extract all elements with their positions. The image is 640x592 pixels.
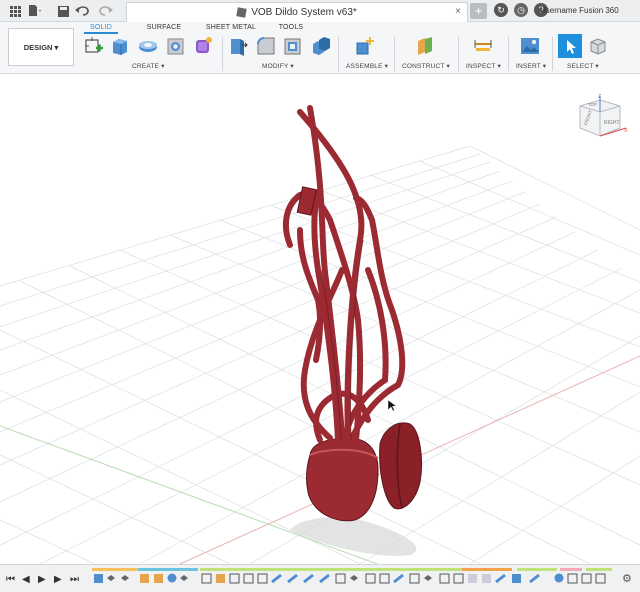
title-bar: VOB Dildo System v63* × + ↻ ◷ ? Username… — [0, 0, 640, 22]
new-component-icon[interactable] — [355, 36, 375, 56]
inspect-menu[interactable]: INSPECT ▾ — [466, 62, 501, 70]
form-icon[interactable] — [193, 36, 213, 56]
tab-tools[interactable]: TOOLS — [264, 22, 318, 34]
save-icon[interactable] — [54, 2, 72, 20]
document-title: VOB Dildo System v63* — [251, 7, 357, 18]
assemble-menu[interactable]: ASSEMBLE ▾ — [346, 62, 388, 70]
tab-surface[interactable]: SURFACE — [124, 22, 204, 34]
new-tab-button[interactable]: + — [470, 3, 487, 19]
cube-icon — [236, 7, 247, 18]
design-canvas — [0, 105, 640, 564]
ribbon-tabs: SOLID SURFACE SHEET METAL TOOLS — [84, 22, 318, 34]
timeline-group-markers — [92, 568, 612, 571]
mouse-cursor — [387, 399, 398, 412]
hole-icon[interactable] — [166, 36, 186, 56]
viewcube-top-label[interactable]: TOP — [588, 102, 597, 107]
play-button[interactable]: ▶ — [38, 574, 46, 585]
axis-x-label: X — [624, 128, 628, 134]
timeline-features[interactable] — [92, 568, 612, 588]
grid-icon[interactable] — [6, 2, 24, 20]
select-icon[interactable] — [558, 34, 582, 58]
3d-model[interactable] — [282, 105, 423, 522]
document-tab[interactable]: VOB Dildo System v63* × — [126, 2, 468, 22]
measure-icon[interactable] — [473, 36, 493, 56]
create-menu[interactable]: CREATE ▾ — [132, 62, 165, 70]
fusion-360-window: VOB Dildo System v63* × + ↻ ◷ ? Username… — [0, 0, 640, 592]
ribbon-divider — [222, 37, 223, 71]
tab-sheet-metal[interactable]: SHEET METAL — [204, 22, 258, 34]
timeline-bar: ⏮ ◀ ▶ ▶ ⏭ ⚙ — [0, 564, 640, 592]
timeline-settings-icon[interactable]: ⚙ — [622, 572, 632, 585]
extrude-icon[interactable] — [110, 36, 130, 56]
ribbon-divider — [508, 37, 509, 71]
combine-icon[interactable] — [311, 36, 331, 56]
revolve-icon[interactable] — [138, 36, 158, 56]
step-forward-button[interactable]: ▶ — [54, 574, 62, 585]
press-pull-icon[interactable] — [228, 36, 248, 56]
ribbon-divider — [338, 37, 339, 71]
job-status-icon[interactable]: ↻ — [494, 3, 508, 17]
toolbar-ribbon: SOLID SURFACE SHEET METAL TOOLS DESIGN ▾… — [0, 22, 640, 74]
go-to-end-button[interactable]: ⏭ — [70, 574, 79, 585]
ribbon-divider — [552, 37, 553, 71]
file-icon[interactable] — [26, 2, 44, 20]
timeline-feature-icons[interactable] — [94, 573, 606, 584]
insert-menu[interactable]: INSERT ▾ — [516, 62, 546, 70]
user-account[interactable]: Username Fusion 360 — [540, 6, 619, 15]
tab-solid[interactable]: SOLID — [84, 22, 118, 34]
go-to-start-button[interactable]: ⏮ — [6, 574, 15, 585]
shell-icon[interactable] — [283, 36, 303, 56]
step-back-button[interactable]: ◀ — [22, 574, 30, 585]
undo-icon[interactable] — [74, 2, 92, 20]
fillet-icon[interactable] — [256, 36, 276, 56]
axis-z-label: Z — [598, 94, 601, 100]
offset-plane-icon[interactable] — [416, 36, 436, 56]
modify-menu[interactable]: MODIFY ▾ — [262, 62, 294, 70]
construct-menu[interactable]: CONSTRUCT ▾ — [402, 62, 450, 70]
close-tab-button[interactable]: × — [455, 6, 461, 17]
redo-icon[interactable] — [98, 2, 116, 20]
viewcube-right-label[interactable]: RIGHT — [604, 120, 620, 126]
ribbon-divider — [458, 37, 459, 71]
ribbon-divider — [394, 37, 395, 71]
selection-filter-icon[interactable] — [588, 36, 608, 56]
insert-image-icon[interactable] — [520, 36, 540, 56]
canvas-viewport[interactable]: Z X TOP FRONT RIGHT — [0, 74, 640, 564]
select-menu[interactable]: SELECT ▾ — [567, 62, 599, 70]
view-cube[interactable]: Z X TOP FRONT RIGHT — [574, 94, 630, 144]
new-sketch-icon[interactable] — [84, 36, 104, 56]
workspace-switcher[interactable]: DESIGN ▾ — [8, 28, 74, 66]
notifications-icon[interactable]: ◷ — [514, 3, 528, 17]
